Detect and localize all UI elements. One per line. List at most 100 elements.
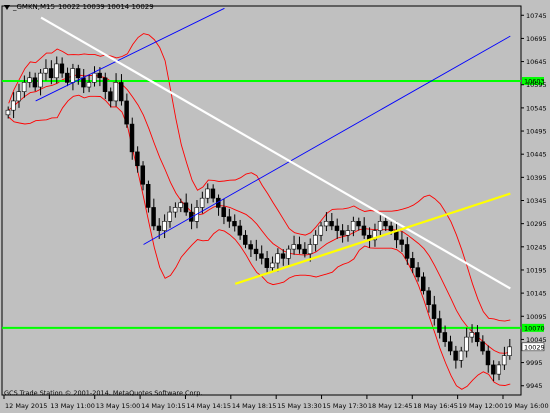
candle-body [237,225,243,236]
candle-body [86,82,92,88]
candle-body [313,234,318,245]
candle-body [243,234,248,245]
candle-body [11,100,16,111]
y-tick-label: 10445 [526,151,547,159]
y-tick-label: 10695 [526,35,547,43]
x-tick-label: 15 May 17:30 [323,402,368,410]
candle-body [491,364,496,375]
candle-body [97,72,102,79]
y-tick-label: 10145 [526,290,547,298]
candle-body [318,225,324,236]
candle-body [102,77,108,92]
y-tick-label: 10095 [526,313,547,321]
candle-body [172,207,178,213]
candle-body [480,341,485,352]
candle-body [5,109,11,116]
candle-body [253,248,259,255]
current-price-label: 10029 [524,343,545,351]
candle-body [458,350,464,361]
candle-body [286,248,291,259]
candle-body [264,258,270,268]
candle-body [232,221,237,227]
candle-body [307,244,313,255]
candle-body [124,100,129,125]
candle-body [410,258,415,268]
candle-body [350,221,356,231]
candle-body [275,253,280,264]
candle-body [399,239,404,245]
candle-body [383,221,388,227]
candle-body [145,183,151,208]
price-chart[interactable]: 106031007010029 107451069510645105951054… [0,0,550,413]
candle-body [361,225,367,236]
x-tick-label: 14 May 18:15 [232,402,277,410]
x-tick-label: 13 May 11:00 [50,402,95,410]
y-tick-label: 10345 [526,197,547,205]
candle-body [291,244,297,250]
candle-body [59,63,65,74]
candle-body [280,253,286,259]
y-tick-label: 10045 [526,336,547,344]
dropdown-triangle-icon[interactable] [4,4,10,10]
y-tick-label: 10595 [526,81,547,89]
level-label: 10070 [524,324,545,332]
candle-body [437,318,442,333]
candle-body [118,82,124,102]
candle-body [447,341,453,352]
x-tick-label: 13 May 15:00 [96,402,141,410]
candle-body [485,350,491,366]
candle-body [210,188,216,199]
candle-body [151,207,156,227]
candle-body [421,276,426,292]
candle-body [442,332,448,343]
candle-body [226,216,232,222]
candle-body [302,248,307,255]
candle-body [27,77,32,83]
y-tick-label: 10395 [526,174,547,182]
candle-body [377,221,383,231]
x-tick-label: 15 May 13:30 [277,402,322,410]
y-tick-label: 10645 [526,58,547,66]
ohlc-values: 10022 10039 10014 10029 [57,3,154,11]
y-tick-label: 10545 [526,104,547,112]
x-tick-label: 19 May 12:00 [459,402,504,410]
candle-body [496,364,502,375]
candle-body [221,207,226,218]
candle-body [38,72,43,88]
x-tick-label: 14 May 10:15 [141,402,186,410]
candle-body [507,346,512,356]
y-tick-label: 10745 [526,12,547,20]
candle-body [334,225,340,231]
candle-body [329,221,334,227]
x-tick-label: 14 May 14:15 [186,402,231,410]
candle-body [259,253,264,259]
candle-body [70,68,75,83]
candle-body [75,68,81,79]
candle-body [167,211,173,222]
candle-body [43,68,48,74]
x-tick-label: 18 May 16:45 [413,402,458,410]
candle-body [323,221,329,227]
candle-body [178,202,183,208]
candle-body [388,225,394,231]
candle-body [464,336,469,352]
y-tick-label: 10195 [526,266,547,274]
y-tick-label: 10295 [526,220,547,228]
candle-body [32,77,38,88]
candle-body [81,77,86,88]
candle-body [469,332,475,338]
candle-body [183,202,189,213]
candle-body [199,197,205,208]
y-tick-label: 9945 [526,382,543,390]
candle-body [474,332,480,343]
candle-body [340,230,345,236]
symbol-label: _GMKN,M15 [13,3,55,11]
candle-body [21,82,27,92]
candle-body [65,72,70,83]
y-tick-label: 10495 [526,128,547,136]
candle-body [16,91,21,102]
candle-body [48,68,54,79]
x-tick-label: 12 May 2015 [5,402,47,410]
candle-body [415,267,421,278]
x-tick-label: 19 May 16:00 [504,402,549,410]
